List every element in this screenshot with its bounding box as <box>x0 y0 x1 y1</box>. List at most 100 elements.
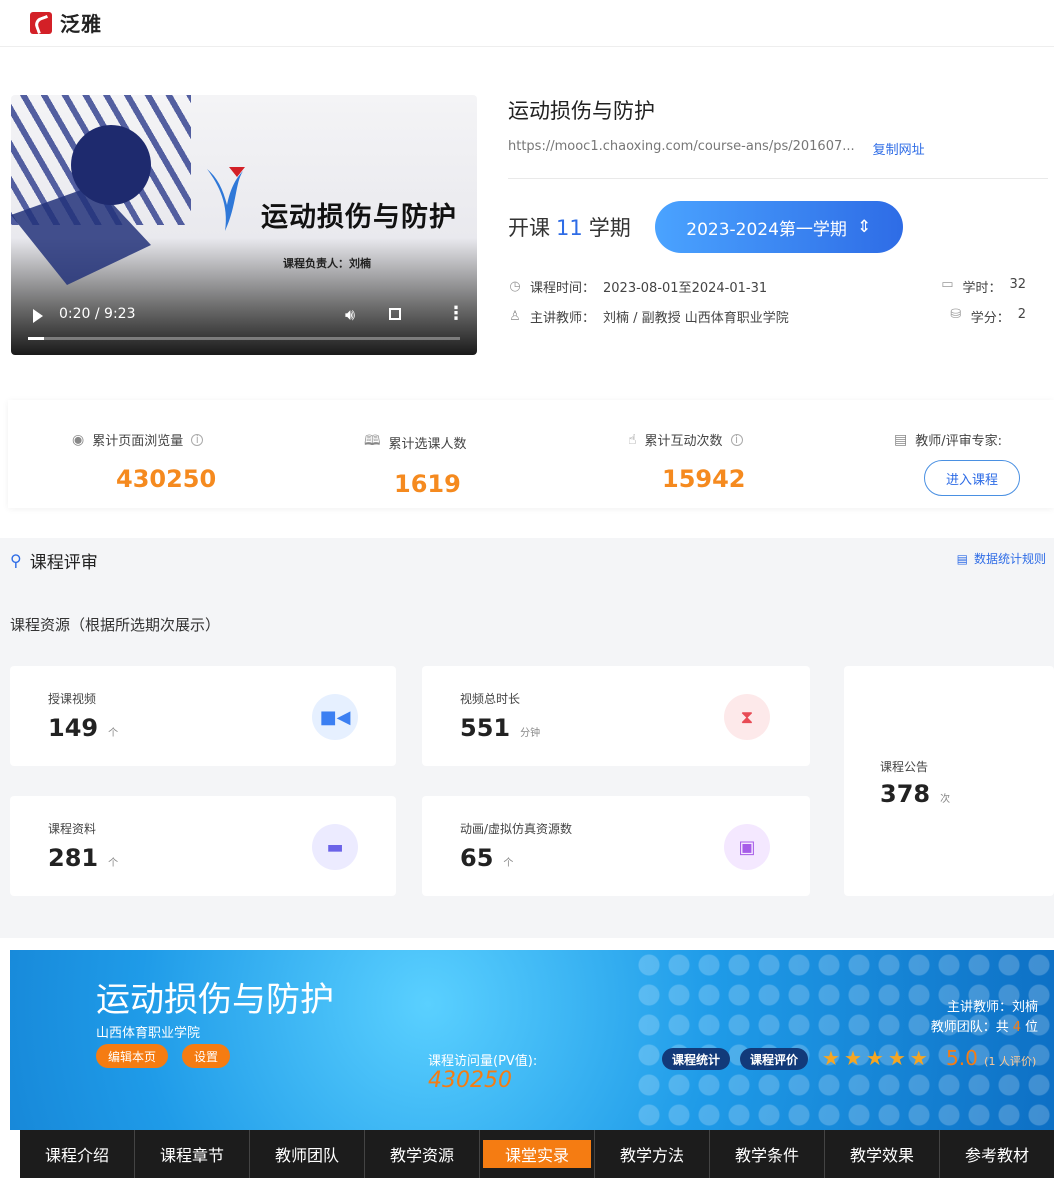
nav-item-label: 教学条件 <box>734 1146 799 1165</box>
card-lecture-videos[interactable]: 授课视频 149 个 ■◀ <box>10 666 396 766</box>
course-eval-button[interactable]: 课程评价 <box>740 1048 809 1070</box>
enter-course-button[interactable]: 进入课程 <box>924 460 1020 496</box>
nav-item[interactable]: 教学条件 <box>710 1130 825 1178</box>
enroll-label: 累计选课人数 <box>388 436 467 452</box>
course-info: 运动损伤与防护 https://mooc1.chaoxing.com/cours… <box>508 95 1048 331</box>
term-row: 开课 11 学期 2023-2024第一学期 ⇕ <box>508 201 1038 253</box>
hours-value: 32 <box>1009 276 1026 292</box>
expert-icon: ▤ <box>894 431 908 448</box>
resource-title: 课程资源（根据所选期次展示） <box>10 616 221 634</box>
video-controls: 0:20 / 9:23 🔊︎ ⋮ <box>11 293 477 355</box>
copy-url-link[interactable]: 复制网址 <box>873 139 925 158</box>
card-course-materials[interactable]: 课程资料 281 个 ▬ <box>10 796 396 896</box>
video-progress-fill <box>28 337 44 340</box>
card-value: 551 <box>460 714 511 742</box>
clock-icon: ◷ <box>509 278 521 294</box>
teacher-label: 主讲教师： <box>530 310 596 326</box>
video-decor-circle <box>71 125 151 205</box>
video-time: 0:20 / 9:23 <box>59 306 136 322</box>
term-select[interactable]: 2023-2024第一学期 ⇕ <box>654 201 903 253</box>
course-nav: 课程介绍 课程章节 教师团队 教学资源 课堂实录 教学方法 教学条件 教学效果 参考教材 <box>20 1130 1054 1178</box>
rating-note: (1 人评价) <box>984 1055 1037 1068</box>
video-progress-bar[interactable] <box>28 337 460 340</box>
top-bar: 泛雅 <box>0 0 1054 46</box>
course-stats-button[interactable]: 课程统计 <box>662 1048 731 1070</box>
card-unit: 个 <box>503 858 514 869</box>
info-icon[interactable]: i <box>191 433 204 446</box>
meta-row-time: ◷ 课程时间： 2023-08-01至2024-01-31 ▭ 学时： 32 <box>508 271 1038 301</box>
enroll-value: 1619 <box>394 470 461 498</box>
nav-item[interactable]: 教学效果 <box>825 1130 940 1178</box>
views-label: 累计页面浏览量 <box>92 434 184 449</box>
course-header: 运动损伤与防护 课程负责人：刘楠 0:20 / 9:23 🔊︎ ⋮ 运动损伤与防… <box>0 46 1054 386</box>
star-icon: ★ <box>909 1046 928 1070</box>
banner-title: 运动损伤与防护 <box>96 980 334 1020</box>
volume-icon[interactable]: 🔊︎ <box>345 305 355 325</box>
card-label: 视频总时长 <box>460 692 521 706</box>
card-value: 281 <box>48 844 99 872</box>
expert-label: 教师/评审专家: <box>915 434 1002 449</box>
fullscreen-icon[interactable] <box>389 308 401 320</box>
card-value: 378 <box>880 780 931 808</box>
term-selected-value: 2023-2024第一学期 <box>686 219 847 240</box>
nav-item[interactable]: 课堂实录 <box>480 1130 595 1178</box>
card-unit: 分钟 <box>520 728 541 739</box>
meta-row-teacher: ♙ 主讲教师： 刘楠 / 副教授 山西体育职业学院 ⛁ 学分： 2 <box>508 301 1038 331</box>
course-logo-icon <box>207 167 245 231</box>
data-rules-link[interactable]: ▤ 数据统计规则 <box>957 550 1046 567</box>
banner-team-line: 教师团队：共 4 位 <box>930 1020 1038 1035</box>
more-options-icon[interactable]: ⋮ <box>447 303 465 324</box>
star-icon: ★ <box>865 1046 884 1070</box>
database-icon: ⛁ <box>950 306 962 322</box>
edit-page-button[interactable]: 编辑本页 <box>96 1044 169 1068</box>
star-icon: ★ <box>887 1046 906 1070</box>
settings-button[interactable]: 设置 <box>182 1044 231 1068</box>
card-announcements[interactable]: 课程公告 378 次 <box>844 666 1054 896</box>
star-icon: ★ <box>822 1046 840 1070</box>
card-unit: 个 <box>108 728 119 739</box>
card-label: 课程公告 <box>880 760 929 774</box>
calendar-icon: ▭ <box>941 276 954 292</box>
course-url: https://mooc1.chaoxing.com/course-ans/ps… <box>508 139 855 154</box>
divider <box>508 178 1048 179</box>
stats-bar: ◉ 累计页面浏览量 i 430250 🕮 累计选课人数 1619 ☝ 累计互动次… <box>8 400 1054 508</box>
nav-item-label: 课程章节 <box>159 1146 224 1165</box>
stamp-icon: ⚲ <box>10 551 22 570</box>
pv-label: 课程访问量(PV值): <box>428 1054 538 1069</box>
interact-value: 15942 <box>662 465 746 493</box>
stat-interact: ☝ 累计互动次数 i 15942 <box>628 430 746 494</box>
play-icon[interactable] <box>33 309 43 323</box>
nav-item-label: 参考教材 <box>964 1146 1029 1165</box>
nav-item[interactable]: 教学资源 <box>365 1130 480 1178</box>
nav-item[interactable]: 课程介绍 <box>20 1130 135 1178</box>
info-icon[interactable]: i <box>730 433 743 446</box>
nav-item-label: 课程介绍 <box>44 1146 109 1165</box>
card-video-duration[interactable]: 视频总时长 551 分钟 ⧗ <box>422 666 810 766</box>
course-video-player[interactable]: 运动损伤与防护 课程负责人：刘楠 0:20 / 9:23 🔊︎ ⋮ <box>11 95 477 355</box>
nav-item-label: 课堂实录 <box>482 1140 591 1168</box>
brand-logo[interactable]: 泛雅 <box>30 8 102 37</box>
credit-label: 学分： <box>970 310 1010 326</box>
book-icon: 🕮 <box>364 433 381 449</box>
card-simulation-resources[interactable]: 动画/虚拟仿真资源数 65 个 ▣ <box>422 796 810 896</box>
review-header: ⚲ 课程评审 <box>10 548 98 573</box>
fanya-logo-icon <box>30 11 52 34</box>
stat-enroll: 🕮 累计选课人数 1619 <box>364 430 467 498</box>
nav-item[interactable]: 教师团队 <box>250 1130 365 1178</box>
nav-item[interactable]: 参考教材 <box>940 1130 1054 1178</box>
card-label: 动画/虚拟仿真资源数 <box>460 822 573 836</box>
video-overlay-subtitle: 课程负责人：刘楠 <box>283 257 371 270</box>
card-value: 65 <box>460 844 494 872</box>
course-meta: ◷ 课程时间： 2023-08-01至2024-01-31 ▭ 学时： 32 ♙… <box>508 271 1038 331</box>
time-value: 2023-08-01至2024-01-31 <box>603 280 768 296</box>
course-review-section: ⚲ 课程评审 ▤ 数据统计规则 课程资源（根据所选期次展示） 授课视频 149 个… <box>0 538 1054 938</box>
card-label: 授课视频 <box>48 692 97 706</box>
nav-item[interactable]: 课程章节 <box>135 1130 250 1178</box>
card-unit: 次 <box>940 794 951 805</box>
list-icon: ▤ <box>956 551 968 566</box>
card-unit: 个 <box>108 858 119 869</box>
stat-expert: ▤ 教师/评审专家: <box>894 430 1002 450</box>
nav-item[interactable]: 教学方法 <box>595 1130 710 1178</box>
person-icon: ♙ <box>509 308 521 324</box>
course-url-row: https://mooc1.chaoxing.com/course-ans/ps… <box>508 139 1038 158</box>
